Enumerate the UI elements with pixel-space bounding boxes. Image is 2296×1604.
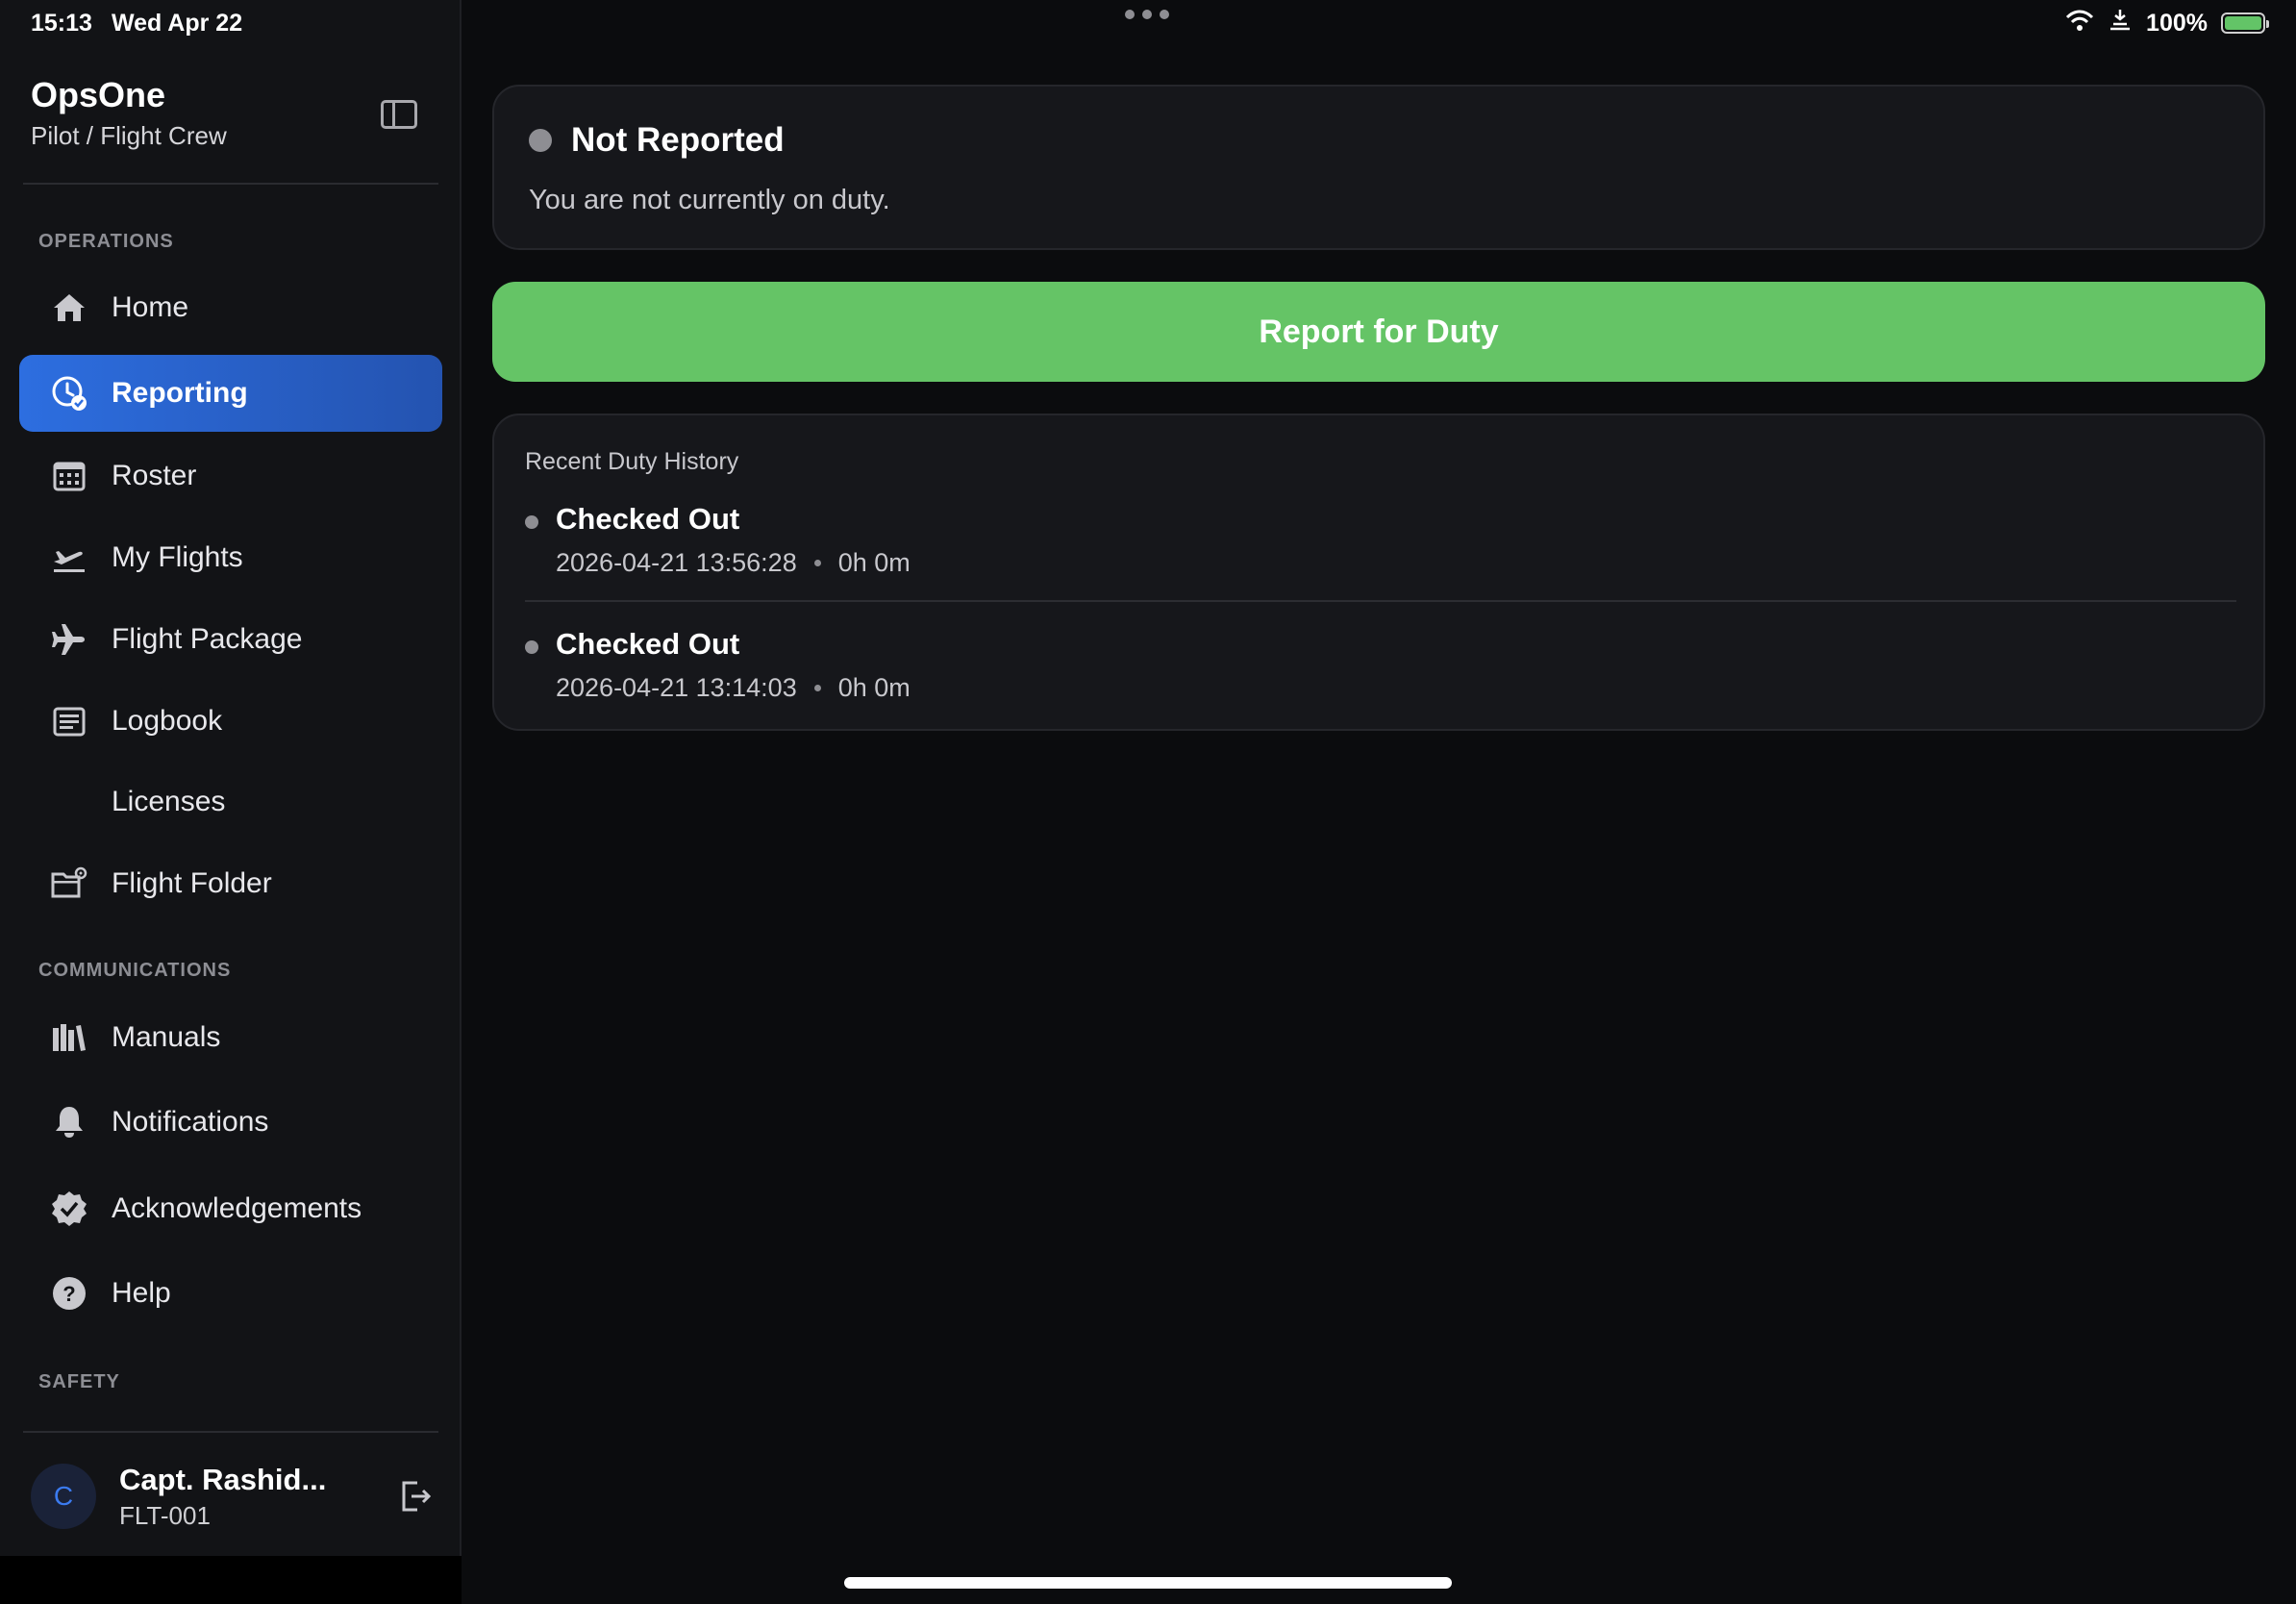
app-header: OpsOne Pilot / Flight Crew <box>31 75 227 151</box>
sidebar-item-label: Notifications <box>112 1106 269 1138</box>
battery-icon <box>2221 13 2269 34</box>
sidebar-item-label: My Flights <box>112 541 243 573</box>
sidebar-item-label: Help <box>112 1277 171 1309</box>
logbook-icon <box>48 700 90 742</box>
section-label-communications: COMMUNICATIONS <box>38 960 232 981</box>
status-bar: 15:13 Wed Apr 22 100% <box>0 0 2296 46</box>
history-status: Checked Out <box>556 627 740 661</box>
question-circle-icon: ? <box>48 1272 90 1315</box>
duty-status-card: Not Reported You are not currently on du… <box>492 85 2265 250</box>
airplane-departure-icon <box>48 537 90 579</box>
history-meta: 2026-04-21 13:56:28 0h 0m <box>556 548 911 578</box>
sidebar-item-reporting[interactable]: Reporting <box>19 355 442 432</box>
battery-percent: 100% <box>2146 9 2208 37</box>
status-title: Not Reported <box>571 121 785 159</box>
status-dot-icon <box>525 515 538 529</box>
checkmark-seal-icon <box>48 1188 90 1230</box>
history-title: Recent Duty History <box>525 448 739 475</box>
duty-history-card: Recent Duty History Checked Out 2026-04-… <box>492 414 2265 731</box>
sidebar-item-help[interactable]: ? Help <box>19 1255 442 1332</box>
location-icon <box>2108 8 2133 39</box>
status-time: 15:13 <box>31 9 92 37</box>
user-profile[interactable]: C Capt. Rashid... FLT-001 <box>31 1462 435 1531</box>
sidebar-item-my-flights[interactable]: My Flights <box>19 519 442 596</box>
airplane-icon <box>48 618 90 661</box>
calendar-icon <box>48 455 90 497</box>
status-date: Wed Apr 22 <box>111 9 243 37</box>
sidebar-item-label: Flight Folder <box>112 867 272 899</box>
history-timestamp: 2026-04-21 13:56:28 <box>556 548 797 577</box>
sidebar-divider <box>23 183 438 185</box>
sidebar-footer-divider <box>23 1431 438 1433</box>
status-indicator-icon <box>529 129 552 152</box>
sidebar-item-notifications[interactable]: Notifications <box>19 1084 442 1161</box>
separator-dot-icon <box>813 560 821 566</box>
books-icon <box>48 1016 90 1059</box>
sidebar-item-label: Logbook <box>112 705 223 737</box>
history-duration: 0h 0m <box>837 548 911 577</box>
bell-icon <box>48 1101 90 1143</box>
clock-check-icon <box>48 372 90 414</box>
status-dot-icon <box>525 640 538 654</box>
sidebar-item-flight-package[interactable]: Flight Package <box>19 601 442 678</box>
status-subtitle: You are not currently on duty. <box>529 185 890 215</box>
wifi-icon <box>2065 9 2094 38</box>
app-subtitle: Pilot / Flight Crew <box>31 121 227 150</box>
user-name: Capt. Rashid... <box>119 1462 327 1496</box>
multitasking-dots-icon[interactable] <box>1125 10 1169 19</box>
report-for-duty-button[interactable]: Report for Duty <box>492 282 2265 382</box>
section-label-safety: SAFETY <box>38 1371 120 1392</box>
sidebar-item-roster[interactable]: Roster <box>19 438 442 514</box>
history-divider <box>525 600 2236 602</box>
home-indicator[interactable] <box>844 1577 1452 1589</box>
history-status: Checked Out <box>556 502 740 536</box>
sidebar-item-label: Licenses <box>112 786 226 817</box>
sidebar-item-label: Flight Package <box>112 623 303 655</box>
history-duration: 0h 0m <box>837 673 911 702</box>
sidebar: OpsOne Pilot / Flight Crew OPERATIONS Ho… <box>0 0 462 1556</box>
logout-icon[interactable] <box>396 1477 435 1516</box>
sidebar-bottom-bar <box>0 1556 462 1604</box>
user-info: Capt. Rashid... FLT-001 <box>119 1463 326 1531</box>
sidebar-item-flight-folder[interactable]: Flight Folder <box>19 845 442 922</box>
svg-text:?: ? <box>62 1282 75 1306</box>
sidebar-toggle-icon[interactable] <box>381 100 417 129</box>
sidebar-item-label: Acknowledgements <box>112 1192 362 1224</box>
folder-gear-icon <box>48 863 90 905</box>
separator-dot-icon <box>813 685 821 691</box>
section-label-operations: OPERATIONS <box>38 231 174 252</box>
list-item[interactable]: Checked Out 2026-04-21 13:14:03 0h 0m <box>525 617 2236 733</box>
app-title: OpsOne <box>31 75 166 114</box>
avatar: C <box>31 1464 96 1529</box>
sidebar-item-logbook[interactable]: Logbook <box>19 683 442 760</box>
sidebar-item-label: Roster <box>112 460 197 491</box>
sidebar-item-label: Home <box>112 291 189 323</box>
sidebar-item-licenses[interactable]: Licenses <box>19 764 442 840</box>
user-id: FLT-001 <box>119 1500 211 1530</box>
history-meta: 2026-04-21 13:14:03 0h 0m <box>556 673 911 703</box>
licenses-icon-placeholder <box>48 781 90 823</box>
sidebar-item-home[interactable]: Home <box>19 269 442 346</box>
sidebar-item-label: Manuals <box>112 1021 221 1053</box>
sidebar-item-manuals[interactable]: Manuals <box>19 999 442 1076</box>
history-timestamp: 2026-04-21 13:14:03 <box>556 673 797 702</box>
list-item[interactable]: Checked Out 2026-04-21 13:56:28 0h 0m <box>525 492 2236 608</box>
sidebar-item-acknowledgements[interactable]: Acknowledgements <box>19 1170 442 1247</box>
home-icon <box>48 287 90 329</box>
sidebar-item-label: Reporting <box>112 377 248 409</box>
